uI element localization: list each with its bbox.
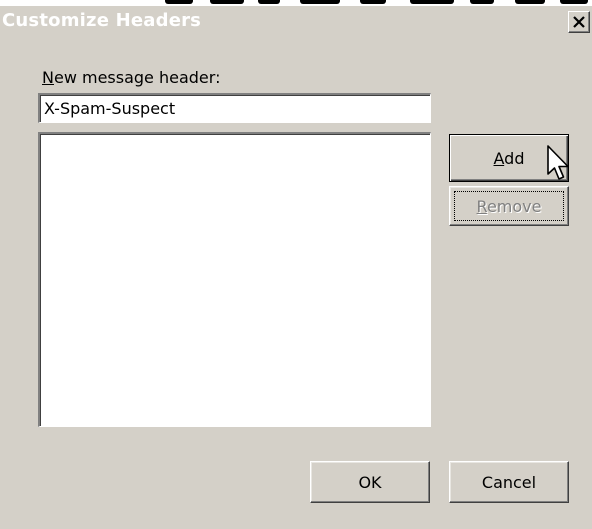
new-header-label-accesskey: N	[42, 68, 54, 87]
add-button-label: Add	[493, 148, 525, 168]
cancel-button[interactable]: Cancel	[449, 461, 569, 503]
new-header-input[interactable]	[38, 93, 431, 123]
cropped-glyph	[300, 0, 340, 4]
remove-button[interactable]: Remove	[449, 186, 569, 226]
cancel-button-label: Cancel	[481, 472, 537, 492]
new-header-label: New message header:	[42, 68, 220, 87]
title-bar[interactable]: Customize Headers	[0, 6, 592, 38]
cropped-glyph	[258, 0, 280, 4]
customize-headers-dialog: Customize Headers New message header: Ad…	[0, 6, 592, 529]
new-header-label-text: ew message header:	[53, 68, 221, 87]
ok-button-label: OK	[358, 472, 382, 492]
close-icon	[573, 16, 585, 28]
cropped-glyph	[560, 0, 588, 4]
cropped-glyph	[210, 0, 244, 4]
cropped-glyph	[410, 0, 454, 4]
add-button[interactable]: Add	[449, 134, 569, 182]
headers-list[interactable]	[38, 132, 431, 427]
cropped-glyph	[470, 0, 494, 4]
focus-ring	[454, 191, 564, 221]
cropped-glyph	[165, 0, 193, 4]
dialog-title: Customize Headers	[2, 10, 202, 31]
close-button[interactable]	[568, 11, 590, 33]
cropped-glyph	[360, 0, 386, 4]
ok-button[interactable]: OK	[310, 461, 430, 503]
cropped-glyph	[515, 0, 545, 4]
